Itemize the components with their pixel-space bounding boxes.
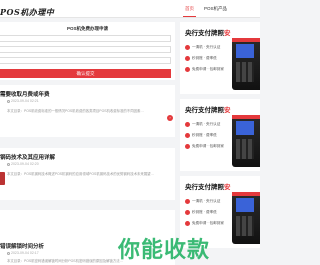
- address-field[interactable]: [0, 57, 171, 64]
- check-badge-icon: [185, 44, 190, 50]
- article-meta: 2023-09-04 02:17: [7, 251, 39, 255]
- ad-feature: 秒到账 · 费率低: [185, 55, 217, 61]
- check-badge-icon: [185, 198, 190, 204]
- ad-feature: 一清机 · 央行认证: [185, 121, 220, 127]
- check-badge-icon: [185, 209, 190, 215]
- ad-title: 央行支付牌照安: [185, 184, 231, 191]
- article-title[interactable]: 错误解锁时间分析: [0, 242, 44, 250]
- ad-feature: 秒到账 · 费率低: [185, 209, 217, 215]
- check-badge-icon: [185, 143, 190, 149]
- watermark: 你能收款: [118, 238, 211, 263]
- article-date: 2023-09-04 02:17: [11, 251, 39, 255]
- sidebar: 央行支付牌照安 一清机 · 央行认证 秒到账 · 费率低 免费申请 · 包邮到家…: [180, 22, 260, 265]
- article-date: 2023-09-04 02:20: [11, 162, 39, 166]
- site-logo[interactable]: POS机办理中心: [0, 2, 62, 35]
- sidebar-ad[interactable]: 央行支付牌照安 一清机 · 央行认证 秒到账 · 费率低 免费申请 · 包邮到家: [180, 22, 260, 94]
- clock-icon: [7, 162, 10, 166]
- sidebar-ad[interactable]: 央行支付牌照安 一清机 · 央行认证 秒到账 · 费率低 免费申请 · 包邮到家: [180, 99, 260, 171]
- check-badge-icon: [185, 66, 190, 72]
- nav-home[interactable]: 首页: [180, 0, 199, 18]
- check-badge-icon: [185, 132, 190, 138]
- main-nav: 首页 POS机产品: [180, 0, 232, 18]
- ad-feature: 一清机 · 央行认证: [185, 44, 220, 50]
- article-title[interactable]: 钢码技术及其应用详解: [0, 153, 55, 161]
- ad-feature: 免费申请 · 包邮到家: [185, 143, 224, 149]
- site-header: POS机办理中心 首页 POS机产品: [0, 0, 260, 35]
- check-badge-icon: [185, 121, 190, 127]
- article-card[interactable]: 钢码技术及其应用详解 2023-09-04 02:20 本文目录：POS机钢码技…: [0, 148, 175, 200]
- ad-feature: 一清机 · 央行认证: [185, 198, 220, 204]
- ad-feature: 免费申请 · 包邮到家: [185, 66, 224, 72]
- article-card[interactable]: 需要收取月费或年费 2023-09-04 02:21 本文目录：POS机收费标准…: [0, 85, 175, 137]
- name-field[interactable]: [0, 35, 171, 42]
- submit-button[interactable]: 确认提交: [0, 69, 171, 78]
- form-title: POS机免费办理申请: [66, 26, 108, 31]
- phone-field[interactable]: [0, 46, 171, 53]
- article-meta: 2023-09-04 02:20: [7, 162, 39, 166]
- ad-feature: 秒到账 · 费率低: [185, 132, 217, 138]
- check-badge-icon: [185, 220, 190, 226]
- article-meta: 2023-09-04 02:21: [7, 99, 39, 103]
- apply-form: POS机免费办理申请 确认提交: [0, 22, 175, 80]
- article-title[interactable]: 需要收取月费或年费: [0, 90, 50, 98]
- pos-terminal-image: [232, 115, 260, 167]
- read-more-icon[interactable]: ›: [167, 115, 173, 121]
- article-excerpt: 本文目录：POS机收费标准的一般情况POS机收费的各类项目POS机收费标准的不同…: [7, 109, 144, 113]
- clock-icon: [7, 251, 10, 255]
- clock-icon: [7, 99, 10, 103]
- ad-title: 央行支付牌照安: [185, 30, 231, 37]
- pos-terminal-image: [232, 192, 260, 244]
- check-badge-icon: [185, 55, 190, 61]
- article-thumbnail[interactable]: [0, 172, 5, 185]
- article-date: 2023-09-04 02:21: [11, 99, 39, 103]
- article-excerpt: 本文目录：POS机钢码技术概述POS机钢码的应用领域POS机钢码技术的优势钢码技…: [7, 172, 154, 176]
- ad-title: 央行支付牌照安: [185, 107, 231, 114]
- pos-terminal-image: [232, 38, 260, 90]
- ad-feature: 免费申请 · 包邮到家: [185, 220, 224, 226]
- nav-pos-products[interactable]: POS机产品: [199, 0, 232, 18]
